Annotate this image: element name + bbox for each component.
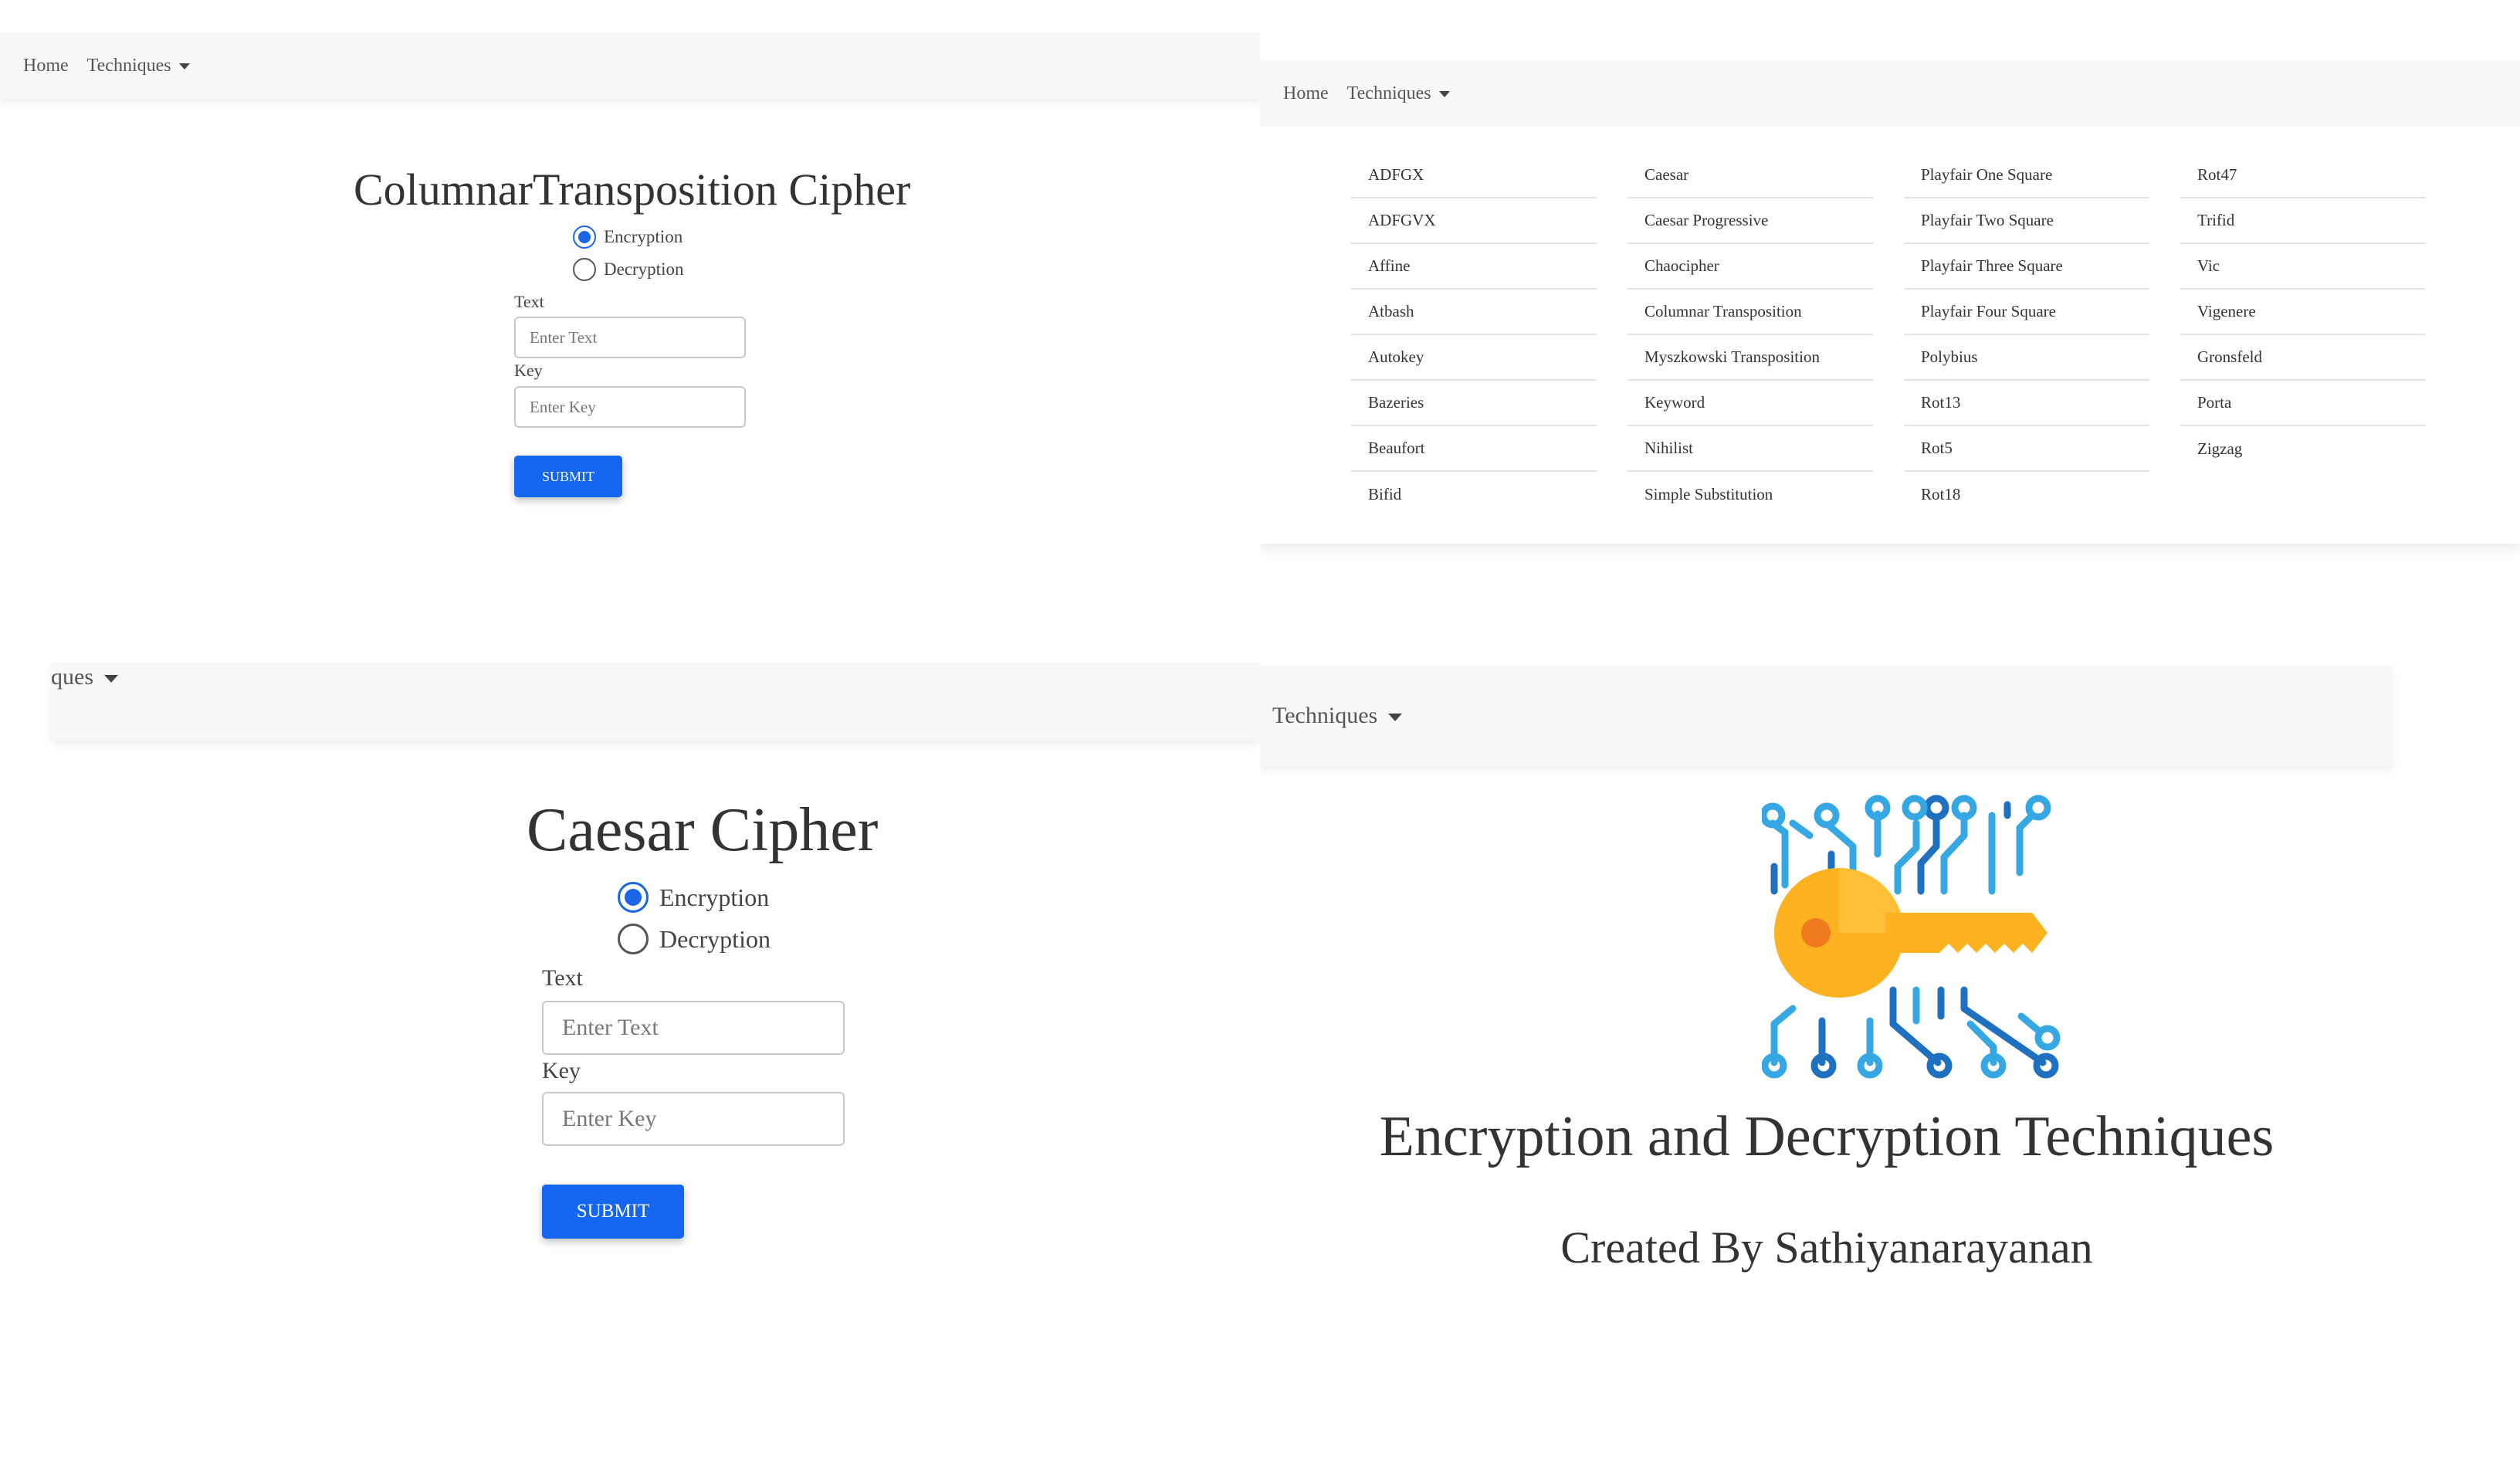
key-field-label: Key	[514, 361, 543, 380]
menu-item[interactable]: Nihilist	[1628, 426, 1873, 472]
menu-item[interactable]: ADFGX	[1351, 153, 1597, 198]
menu-item[interactable]: Rot18	[1904, 472, 2149, 517]
techniques-menu-panel: Home Techniques ADFGX ADFGVX Affine Atbash A…	[1260, 0, 2520, 641]
menu-item[interactable]: Affine	[1351, 244, 1597, 290]
navbar: Techniques	[1260, 666, 2393, 766]
nav-techniques-dropdown[interactable]: ques	[51, 664, 118, 690]
menu-item[interactable]: Simple Substitution	[1628, 472, 1873, 517]
menu-item[interactable]: Caesar Progressive	[1628, 198, 1873, 244]
home-panel: Techniques Encryption and Decryption Tec…	[1260, 641, 2520, 1478]
caret-down-icon	[1387, 714, 1402, 722]
key-field-label: Key	[542, 1058, 581, 1083]
columnar-cipher-panel: Home Techniques ColumnarTransposition Ci…	[0, 0, 1260, 641]
nav-techniques-dropdown[interactable]: Techniques	[1272, 703, 1402, 729]
caesar-cipher-panel: ques Caesar Cipher Encryption Decryption…	[0, 641, 1260, 1478]
submit-button[interactable]: SUBMIT	[542, 1185, 684, 1239]
navbar: Home Techniques	[0, 32, 1260, 99]
menu-item[interactable]: Vigenere	[2180, 290, 2426, 335]
home-subtitle: Created By Sathiyanarayanan	[1560, 1222, 2093, 1273]
menu-item[interactable]: Gronsfeld	[2180, 335, 2426, 381]
navbar: Home Techniques	[1260, 60, 2520, 127]
encryption-radio-option[interactable]: Encryption	[573, 225, 682, 249]
nav-techniques-label: ques	[51, 664, 93, 690]
text-field-label: Text	[542, 965, 583, 991]
menu-item[interactable]: Trifid	[2180, 198, 2426, 244]
menu-item[interactable]: Beaufort	[1351, 426, 1597, 472]
menu-item[interactable]: Porta	[2180, 381, 2426, 426]
menu-item[interactable]: Polybius	[1904, 335, 2149, 381]
decryption-radio-label: Decryption	[659, 924, 771, 953]
menu-item[interactable]: Caesar	[1628, 153, 1873, 198]
home-title: Encryption and Decryption Techniques	[1379, 1105, 2274, 1168]
text-input[interactable]	[542, 1001, 845, 1055]
menu-item[interactable]: Playfair Two Square	[1904, 198, 2149, 244]
menu-item[interactable]: Rot47	[2180, 153, 2426, 198]
text-input[interactable]	[514, 317, 746, 358]
page-title: Caesar Cipher	[527, 796, 879, 864]
encryption-radio-label: Encryption	[659, 883, 770, 911]
key-input[interactable]	[542, 1092, 845, 1146]
menu-item[interactable]: ADFGVX	[1351, 198, 1597, 244]
menu-item[interactable]: Playfair Three Square	[1904, 244, 2149, 290]
menu-item[interactable]: Atbash	[1351, 290, 1597, 335]
caret-down-icon	[179, 63, 191, 69]
menu-item[interactable]: Columnar Transposition	[1628, 290, 1873, 335]
nav-home-link[interactable]: Home	[1283, 83, 1329, 104]
nav-techniques-label: Techniques	[1346, 83, 1431, 103]
menu-item[interactable]: Playfair One Square	[1904, 153, 2149, 198]
nav-techniques-dropdown[interactable]: Techniques	[87, 56, 191, 76]
submit-button[interactable]: SUBMIT	[514, 456, 622, 497]
menu-item[interactable]: Rot13	[1904, 381, 2149, 426]
decryption-radio-option[interactable]: Decryption	[573, 258, 683, 281]
navbar: ques	[51, 663, 1260, 740]
encryption-radio-option[interactable]: Encryption	[618, 882, 769, 913]
caret-down-icon	[1439, 90, 1451, 97]
decryption-radio-label: Decryption	[604, 259, 684, 279]
menu-item[interactable]: Bifid	[1351, 472, 1597, 517]
caret-down-icon	[103, 675, 118, 683]
menu-item[interactable]: Autokey	[1351, 335, 1597, 381]
decryption-radio-option[interactable]: Decryption	[618, 924, 771, 954]
nav-techniques-dropdown[interactable]: Techniques	[1347, 83, 1451, 104]
decryption-radio[interactable]	[618, 924, 649, 954]
menu-item[interactable]: Keyword	[1628, 381, 1873, 426]
menu-item[interactable]: Rot5	[1904, 426, 2149, 472]
page-title: ColumnarTransposition Cipher	[354, 164, 911, 215]
menu-item[interactable]: Myszkowski Transposition	[1628, 335, 1873, 381]
encryption-radio[interactable]	[573, 225, 596, 249]
key-circuit-icon	[1762, 795, 2061, 1079]
menu-item[interactable]: Zigzag	[2180, 426, 2426, 472]
encryption-radio-label: Encryption	[604, 227, 683, 246]
decryption-radio[interactable]	[573, 258, 596, 281]
encryption-radio[interactable]	[618, 882, 649, 913]
menu-item[interactable]: Vic	[2180, 244, 2426, 290]
menu-item[interactable]: Playfair Four Square	[1904, 290, 2149, 335]
text-field-label: Text	[514, 292, 544, 311]
nav-home-link[interactable]: Home	[23, 56, 69, 76]
key-input[interactable]	[514, 386, 746, 428]
nav-techniques-label: Techniques	[1272, 703, 1378, 728]
nav-techniques-label: Techniques	[86, 55, 171, 76]
menu-item[interactable]: Chaocipher	[1628, 244, 1873, 290]
menu-item[interactable]: Bazeries	[1351, 381, 1597, 426]
